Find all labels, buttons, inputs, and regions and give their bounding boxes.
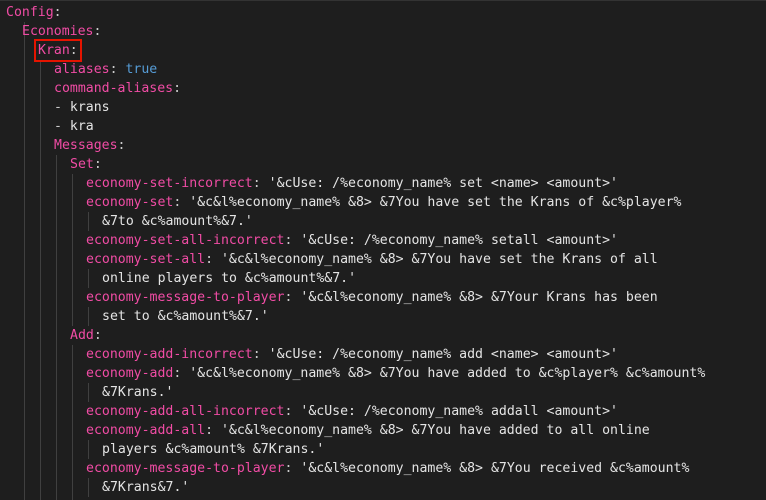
colon: : [117,138,126,153]
code-line[interactable]: Add: [70,326,102,345]
code-line[interactable]: economy-add-incorrect: '&cUse: /%economy… [86,345,618,364]
yaml-string: '&cUse: /%economy_name% addall <amount>' [300,404,618,419]
code-line[interactable]: Config: [6,3,62,22]
indent-guide [88,269,89,288]
colon: : [53,5,62,20]
yaml-string: '&c&l%economy_name% &8> &7You have added… [189,366,706,381]
code-line[interactable]: economy-add-all: '&c&l%economy_name% &8>… [86,421,650,440]
code-line[interactable]: economy-set-all-incorrect: '&cUse: /%eco… [86,231,618,250]
code-line[interactable]: Kran: [34,39,82,62]
colon: : [173,366,190,381]
code-line-wrapped[interactable]: &7Krans.' [102,383,173,402]
code-line[interactable]: economy-set: '&c&l%economy_name% &8> &7Y… [86,193,682,212]
colon: : [93,24,102,39]
yaml-boolean: true [125,62,158,77]
yaml-string: '&c&l%economy_name% &8> &7You have set t… [220,252,658,267]
yaml-key-highlighted: Kran [38,43,70,58]
yaml-key: economy-add-incorrect [86,347,253,362]
code-line-wrapped[interactable]: online players to &c%amount%&7.' [102,269,356,288]
colon: : [109,62,126,77]
code-line-wrapped[interactable]: &7Krans&7.' [102,478,189,497]
yaml-key: economy-set [86,195,174,210]
yaml-string: &7Krans.' [102,385,174,400]
indent-guide [88,307,89,326]
yaml-key: economy-set-all-incorrect [86,233,285,248]
code-line[interactable]: command-aliases: [54,79,181,98]
indent-guide [72,174,73,326]
list-dash: - [54,100,70,115]
yaml-key: economy-add [86,366,174,381]
yaml-string: '&c&l%economy_name% &8> &7Your Krans has… [300,290,658,305]
editor-top-border [0,0,766,1]
indent-guide [72,345,73,500]
code-line[interactable]: - kra [54,117,94,136]
colon: : [284,233,301,248]
yaml-string: '&cUse: /%economy_name% add <name> <amou… [268,347,618,362]
colon: : [93,157,102,172]
code-line[interactable]: economy-add: '&c&l%economy_name% &8> &7Y… [86,364,705,383]
yaml-string: set to &c%amount%&7.' [102,309,269,324]
colon: : [173,81,182,96]
colon: : [205,252,221,267]
yaml-key: Economies [22,24,94,39]
colon: : [252,176,269,191]
yaml-value: krans [69,100,110,115]
yaml-string: online players to &c%amount%&7.' [102,271,357,286]
yaml-string: &7Krans&7.' [102,480,190,495]
yaml-key: economy-set-incorrect [86,176,253,191]
colon: : [252,347,269,362]
indent-guide [56,155,57,500]
code-line-wrapped[interactable]: set to &c%amount%&7.' [102,307,269,326]
yaml-string: '&c&l%economy_name% &8> &7You received &… [300,461,690,476]
code-line[interactable]: economy-add-all-incorrect: '&cUse: /%eco… [86,402,618,421]
indent-guide [88,440,89,459]
yaml-key: Add [70,328,94,343]
yaml-string: '&c&l%economy_name% &8> &7You have set t… [189,195,682,210]
colon: : [284,290,301,305]
code-line[interactable]: aliases: true [54,60,157,79]
colon: : [205,423,221,438]
yaml-string: '&c&l%economy_name% &8> &7You have added… [220,423,650,438]
indent-guide [88,383,89,402]
colon: : [93,328,102,343]
yaml-key: Set [70,157,94,172]
indent-guide [24,22,25,500]
yaml-string: '&cUse: /%economy_name% set <name> <amou… [268,176,618,191]
yaml-key: aliases [54,62,110,77]
code-line[interactable]: - krans [54,98,110,117]
colon: : [173,195,190,210]
code-line[interactable]: economy-message-to-player: '&c&l%economy… [86,459,689,478]
indent-guide [88,212,89,231]
code-line[interactable]: economy-set-all: '&c&l%economy_name% &8>… [86,250,658,269]
colon: : [284,461,301,476]
yaml-key: Messages [54,138,118,153]
yaml-string: '&cUse: /%economy_name% setall <amount>' [300,233,618,248]
yaml-key: command-aliases [54,81,174,96]
yaml-key: Config [6,5,54,20]
colon: : [69,43,78,58]
code-line[interactable]: Messages: [54,136,125,155]
colon: : [284,404,301,419]
yaml-string: &7to &c%amount%&7.' [102,214,253,229]
code-line[interactable]: economy-set-incorrect: '&cUse: /%economy… [86,174,618,193]
indent-guide [40,60,41,500]
code-line[interactable]: Economies: [22,22,101,41]
yaml-key: economy-add-all-incorrect [86,404,285,419]
code-line[interactable]: Set: [70,155,102,174]
code-line-wrapped[interactable]: &7to &c%amount%&7.' [102,212,253,231]
yaml-key: economy-add-all [86,423,206,438]
code-line-wrapped[interactable]: players &c%amount% &7Krans.' [102,440,324,459]
yaml-value: kra [69,119,94,134]
yaml-key: economy-message-to-player [86,290,285,305]
code-editor[interactable]: Config: Economies: Kran: aliases: true c… [0,0,766,500]
yaml-key: economy-message-to-player [86,461,285,476]
indent-guide [88,478,89,497]
yaml-string: players &c%amount% &7Krans.' [102,442,325,457]
yaml-key: economy-set-all [86,252,206,267]
code-line[interactable]: economy-message-to-player: '&c&l%economy… [86,288,658,307]
list-dash: - [54,119,70,134]
